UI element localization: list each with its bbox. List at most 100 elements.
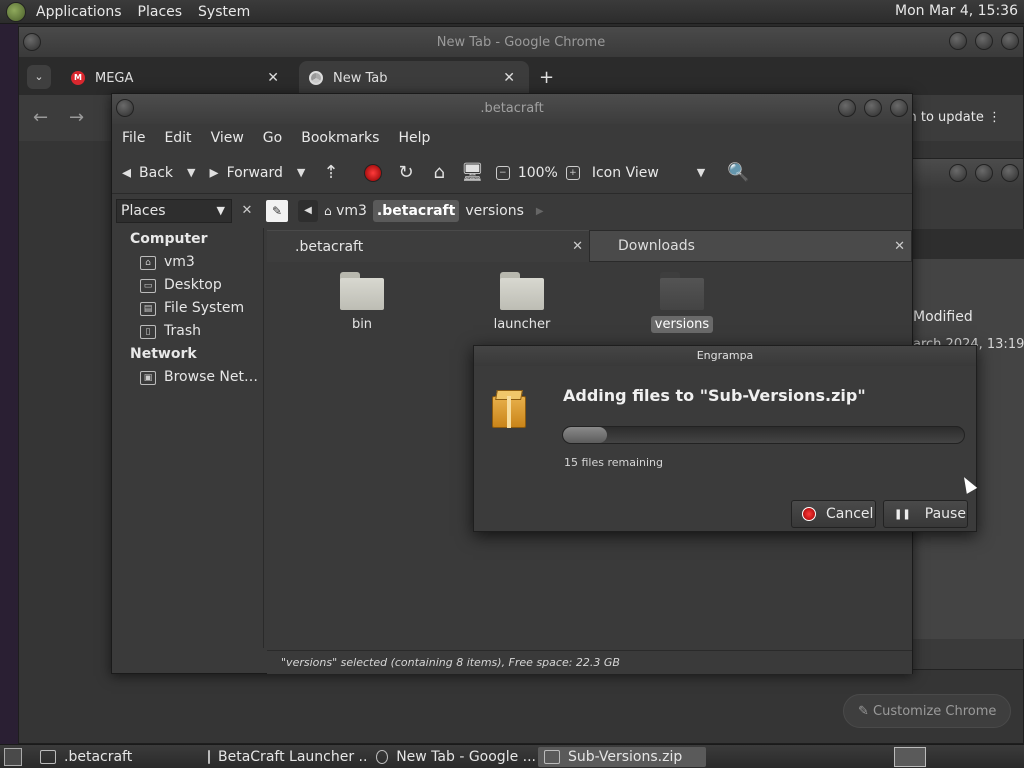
taskbar-item-archive[interactable]: Sub-Versions.zip <box>538 747 706 767</box>
background-window-controls <box>949 164 1019 182</box>
maximize-button[interactable] <box>864 99 882 117</box>
close-sidebar-icon[interactable]: ✕ <box>236 200 258 222</box>
close-button[interactable] <box>1001 32 1019 50</box>
zoom-level[interactable]: 100% <box>518 165 558 181</box>
edit-location-icon[interactable]: ✎ <box>266 200 288 222</box>
minimize-button[interactable] <box>949 164 967 182</box>
tab-downloads[interactable]: Downloads ✕ <box>589 230 912 262</box>
folder-item[interactable]: bin <box>317 272 407 333</box>
file-manager-titlebar[interactable]: .betacraft <box>112 94 912 124</box>
computer-icon: 🖥 <box>460 162 484 183</box>
reload-icon: ↻ <box>398 162 414 183</box>
close-button[interactable] <box>1001 164 1019 182</box>
pause-button[interactable]: ❚❚ Pause <box>883 500 968 528</box>
sidebar-item-browse-network[interactable]: ▣ Browse Net… <box>112 366 263 389</box>
taskbar-item-launcher[interactable]: BetaCraft Launcher ... <box>202 747 368 767</box>
file-name: bin <box>351 317 373 332</box>
window-menu-button[interactable] <box>23 33 41 51</box>
chrome-icon <box>376 750 389 764</box>
close-tab-icon[interactable]: ✕ <box>503 70 515 86</box>
new-tab-button[interactable]: + <box>539 67 554 88</box>
forward-history-dropdown[interactable]: ▼ <box>297 166 305 179</box>
sidebar-item-desktop[interactable]: ▭ Desktop <box>112 274 263 297</box>
drive-icon: ▤ <box>140 301 156 316</box>
file-manager-toolbar: ◂ Back ▼ ▸ Forward ▼ ⇡ ↻ ⌂ 🖥 − 100% + Icon V… <box>112 152 912 194</box>
close-tab-icon[interactable]: ✕ <box>572 239 583 254</box>
menu-file[interactable]: File <box>112 130 154 146</box>
status-bar: "versions" selected (containing 8 items)… <box>267 650 912 674</box>
folder-item[interactable]: launcher <box>477 272 567 333</box>
cancel-button[interactable]: Cancel <box>791 500 876 528</box>
modified-column-header[interactable]: Modified <box>913 309 973 325</box>
sidebar-heading-computer: Computer <box>130 231 208 247</box>
view-mode-select[interactable]: Icon View ▼ <box>592 165 705 181</box>
sidebar-item-file-system[interactable]: ▤ File System <box>112 297 263 320</box>
package-icon <box>492 390 526 428</box>
up-button[interactable]: ⇡ <box>323 162 346 183</box>
applications-menu[interactable]: Applications <box>28 4 130 20</box>
window-menu-button[interactable] <box>116 99 134 117</box>
forward-button[interactable]: ▸ Forward ▼ <box>210 162 306 183</box>
show-desktop-icon[interactable] <box>4 748 22 766</box>
breadcrumb-betacraft[interactable]: .betacraft <box>372 200 460 222</box>
sidebar-type-select[interactable]: Places ▼ <box>116 199 232 223</box>
breadcrumb-scroll-right[interactable]: ▶ <box>536 206 544 217</box>
chrome-icon <box>309 71 323 85</box>
minimize-button[interactable] <box>949 32 967 50</box>
menu-bookmarks[interactable]: Bookmarks <box>291 130 388 146</box>
back-history-dropdown[interactable]: ▼ <box>187 166 195 179</box>
menu-help[interactable]: Help <box>388 130 439 146</box>
close-tab-icon[interactable]: ✕ <box>267 70 279 86</box>
reload-button[interactable]: ↻ <box>398 162 421 183</box>
home-folder-icon: ⌂ <box>433 162 445 183</box>
file-manager-window-controls <box>838 99 908 117</box>
menu-edit[interactable]: Edit <box>154 130 200 146</box>
menu-view[interactable]: View <box>201 130 253 146</box>
maximize-button[interactable] <box>975 164 993 182</box>
stop-icon[interactable] <box>364 163 383 182</box>
tab-search-button[interactable]: ⌄ <box>27 65 51 89</box>
zoom-out-button[interactable]: − <box>495 165 516 180</box>
workspace-switcher[interactable] <box>894 747 926 767</box>
sidebar-item-trash[interactable]: ▯ Trash <box>112 320 263 343</box>
customize-chrome-button[interactable]: ✎ Customize Chrome <box>843 694 1012 728</box>
dialog-titlebar[interactable]: Engrampa <box>474 346 976 366</box>
breadcrumb-scroll-left[interactable]: ◀ <box>298 200 318 222</box>
file-manager-title: .betacraft <box>480 101 544 116</box>
background-window-titlebar[interactable] <box>913 159 1023 189</box>
tab-new-tab[interactable]: New Tab ✕ <box>299 61 529 95</box>
folder-item-selected[interactable]: versions <box>637 272 727 333</box>
back-arrow-icon[interactable]: ← <box>33 107 48 128</box>
back-button[interactable]: ◂ Back ▼ <box>122 162 196 183</box>
clock[interactable]: Mon Mar 4, 15:36 <box>895 3 1018 19</box>
taskbar-item-chrome[interactable]: New Tab - Google ... <box>370 747 536 767</box>
pencil-icon: ✎ <box>858 704 869 719</box>
home-icon: ⌂ <box>324 204 332 218</box>
computer-button[interactable]: 🖥 <box>461 162 492 183</box>
sidebar-item-vm3[interactable]: ⌂ vm3 <box>112 251 263 274</box>
taskbar-item-betacraft[interactable]: .betacraft <box>34 747 200 767</box>
background-window-strip <box>913 229 1024 259</box>
chrome-titlebar[interactable]: New Tab - Google Chrome <box>19 27 1023 57</box>
places-menu[interactable]: Places <box>130 4 191 20</box>
dialog-heading: Adding files to "Sub-Versions.zip" <box>563 386 866 405</box>
minimize-button[interactable] <box>838 99 856 117</box>
zoom-in-button[interactable]: + <box>565 165 586 180</box>
breadcrumb-versions[interactable]: versions <box>461 200 528 222</box>
menu-go[interactable]: Go <box>253 130 291 146</box>
close-tab-icon[interactable]: ✕ <box>894 239 905 254</box>
search-button[interactable]: 🔍 <box>727 162 757 183</box>
forward-arrow-icon[interactable]: → <box>69 107 84 128</box>
home-button[interactable]: ⌂ <box>434 162 453 183</box>
system-menu[interactable]: System <box>190 4 258 20</box>
tab-mega[interactable]: M MEGA ✕ <box>61 61 293 95</box>
more-options-icon: ⋮ <box>988 110 1001 125</box>
tab-betacraft[interactable]: .betacraft ✕ <box>267 230 589 262</box>
chevron-down-icon: ▼ <box>216 204 225 217</box>
top-panel-menus: Applications Places System <box>28 0 258 24</box>
close-button[interactable] <box>890 99 908 117</box>
maximize-button[interactable] <box>975 32 993 50</box>
breadcrumb-vm3[interactable]: ⌂ vm3 <box>320 200 371 222</box>
folder-icon <box>660 272 704 310</box>
mate-logo-icon[interactable] <box>6 1 26 22</box>
